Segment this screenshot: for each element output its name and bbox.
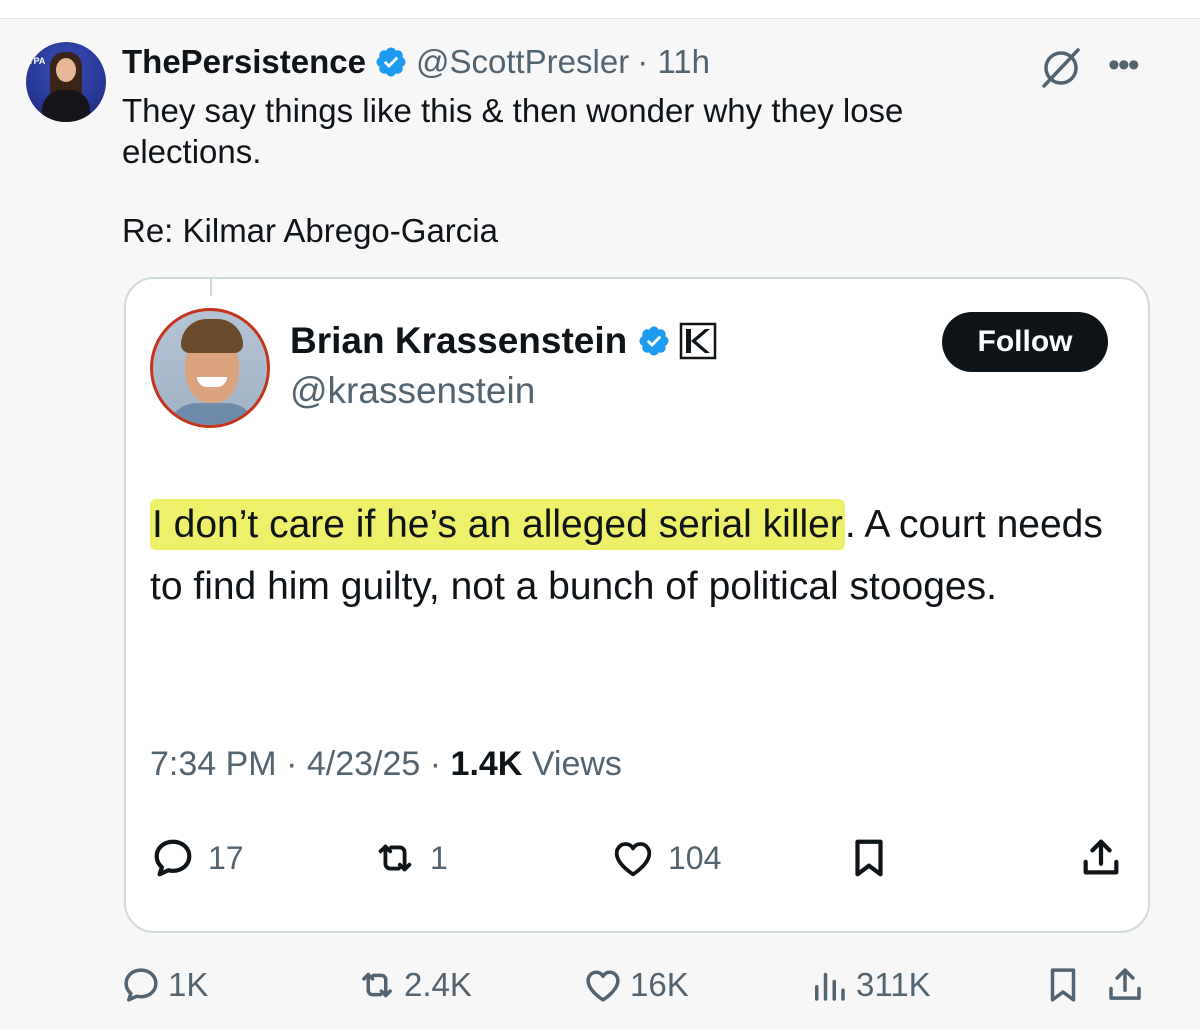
quoted-author-name[interactable]: Brian Krassenstein	[290, 320, 627, 362]
verified-icon	[639, 326, 669, 356]
share-button[interactable]	[1104, 962, 1146, 1008]
reply-count: 1K	[168, 966, 209, 1003]
author-name[interactable]: ThePersistence	[122, 43, 366, 81]
quoted-repost-count: 1	[430, 839, 448, 876]
bookmark-icon	[1050, 968, 1076, 1002]
repost-icon	[362, 972, 392, 998]
grok-icon[interactable]	[1036, 44, 1086, 90]
like-icon	[614, 842, 652, 877]
reply-icon	[124, 968, 158, 1002]
thread-connector	[210, 278, 212, 296]
quoted-reply-button[interactable]: 17	[150, 833, 244, 883]
top-divider	[0, 0, 1200, 19]
reply-icon	[154, 839, 192, 877]
quoted-meta: 7:34 PM · 4/23/25 · 1.4K Views	[150, 745, 622, 783]
views-icon	[815, 972, 845, 1001]
quoted-views-label: Views	[531, 745, 622, 783]
reply-button[interactable]: 1K	[120, 962, 208, 1008]
highlighted-text: I don’t care if he’s an alleged serial k…	[150, 499, 845, 550]
views-button[interactable]: 311K	[808, 962, 931, 1008]
repost-button[interactable]: 2.4K	[356, 962, 472, 1008]
quoted-author-avatar[interactable]	[150, 308, 270, 428]
k-badge-icon	[680, 322, 717, 360]
more-icon[interactable]: •••	[1108, 48, 1152, 82]
like-icon	[586, 970, 620, 1002]
like-button[interactable]: 16K	[582, 962, 689, 1008]
bookmark-button[interactable]	[1042, 962, 1084, 1008]
tweet-text: They say things like this & then wonder …	[122, 92, 904, 170]
follow-button[interactable]: Follow	[942, 312, 1108, 372]
repost-count: 2.4K	[404, 966, 472, 1003]
quoted-reply-count: 17	[208, 839, 244, 876]
author-avatar[interactable]: TPA	[26, 42, 106, 122]
share-icon	[1109, 968, 1141, 1000]
bookmark-icon	[855, 839, 883, 877]
quoted-like-button[interactable]: 104	[610, 833, 721, 883]
tweet-time[interactable]: · 11h	[637, 43, 710, 81]
repost-icon	[378, 844, 412, 872]
quoted-share-button[interactable]	[1078, 833, 1124, 883]
share-icon	[1083, 839, 1119, 875]
quoted-time[interactable]: 7:34 PM	[150, 745, 277, 783]
tweet-re-line: Re: Kilmar Abrego-Garcia	[122, 212, 498, 249]
views-count: 311K	[856, 966, 931, 1003]
quoted-date[interactable]: 4/23/25	[307, 745, 420, 783]
verified-icon	[376, 47, 406, 77]
quoted-header: Brian Krassenstein	[290, 318, 717, 364]
quoted-author-handle[interactable]: @krassenstein	[290, 370, 535, 412]
quoted-tweet-text: I don’t care if he’s an alleged serial k…	[150, 494, 1110, 618]
quoted-repost-button[interactable]: 1	[372, 833, 448, 883]
author-handle[interactable]: @ScottPresler	[416, 43, 629, 81]
quoted-bookmark-button[interactable]	[846, 833, 892, 883]
quoted-views-count: 1.4K	[450, 745, 523, 783]
quoted-like-count: 104	[668, 839, 722, 876]
tweet-header: ThePersistence @ScottPresler · 11h	[122, 40, 710, 84]
like-count: 16K	[630, 966, 689, 1003]
avatar-badge-text: TPA	[28, 56, 46, 66]
